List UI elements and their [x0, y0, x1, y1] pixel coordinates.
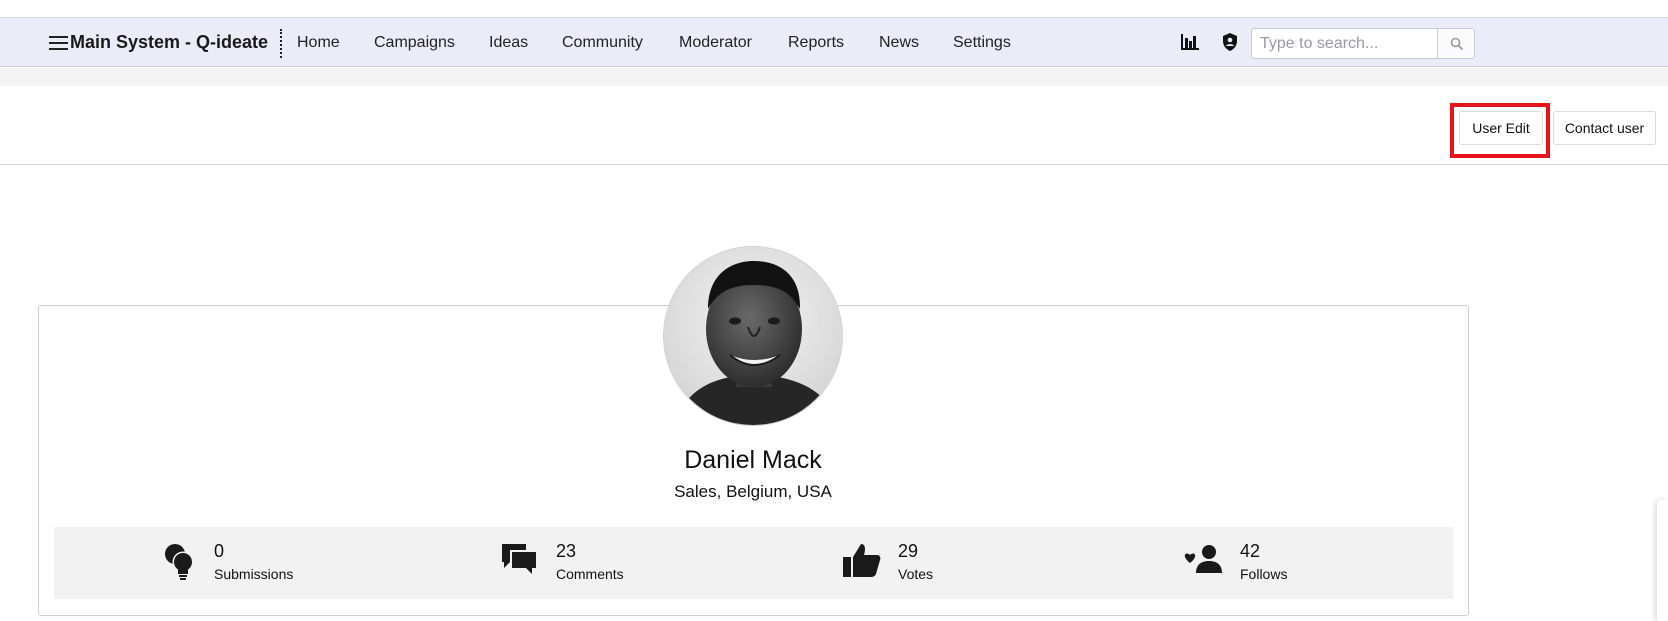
app-brand[interactable]: Main System - Q-ideate	[70, 32, 268, 53]
stat-label-votes: Votes	[898, 566, 934, 582]
stat-label-comments: Comments	[556, 566, 624, 582]
nav-community[interactable]: Community	[562, 34, 643, 52]
toolbar-divider	[0, 164, 1668, 165]
follow-user-icon	[1184, 543, 1224, 583]
shield-user-icon[interactable]	[1220, 32, 1240, 52]
thumbs-up-icon	[842, 541, 882, 581]
stat-value-follows: 42	[1240, 541, 1261, 561]
profile-subtitle: Sales, Belgium, USA	[674, 482, 832, 501]
stat-label-submissions: Submissions	[214, 566, 294, 582]
bar-chart-icon[interactable]	[1180, 32, 1200, 52]
nav-reports[interactable]: Reports	[788, 34, 844, 52]
search-icon	[1450, 37, 1464, 51]
top-navbar: Main System - Q-ideate Home Campaigns Id…	[0, 17, 1668, 67]
nav-news[interactable]: News	[879, 34, 919, 52]
search-button[interactable]	[1437, 28, 1475, 59]
avatar	[663, 246, 843, 426]
comments-icon	[500, 540, 540, 580]
side-panel-edge	[1657, 500, 1668, 621]
contact-user-button[interactable]: Contact user	[1553, 111, 1656, 145]
stats-bar: 0 Submissions 23 Comments 29 Votes 42 Fo…	[54, 527, 1453, 599]
stat-value-comments: 23	[556, 541, 577, 561]
user-edit-button[interactable]: User Edit	[1459, 111, 1543, 145]
nav-moderator[interactable]: Moderator	[679, 34, 752, 52]
search-input[interactable]	[1251, 28, 1438, 59]
nav-campaigns[interactable]: Campaigns	[374, 34, 455, 52]
hamburger-menu-icon[interactable]	[49, 36, 68, 50]
profile-name: Daniel Mack	[684, 446, 822, 474]
nav-divider	[280, 29, 282, 58]
nav-ideas[interactable]: Ideas	[489, 34, 528, 52]
stat-value-votes: 29	[898, 541, 919, 561]
stat-label-follows: Follows	[1240, 566, 1288, 582]
lightbulb-icon	[162, 541, 202, 581]
stat-value-submissions: 0	[214, 541, 225, 561]
nav-settings[interactable]: Settings	[953, 34, 1011, 52]
nav-home[interactable]: Home	[297, 34, 340, 52]
subheader-strip	[0, 68, 1668, 86]
